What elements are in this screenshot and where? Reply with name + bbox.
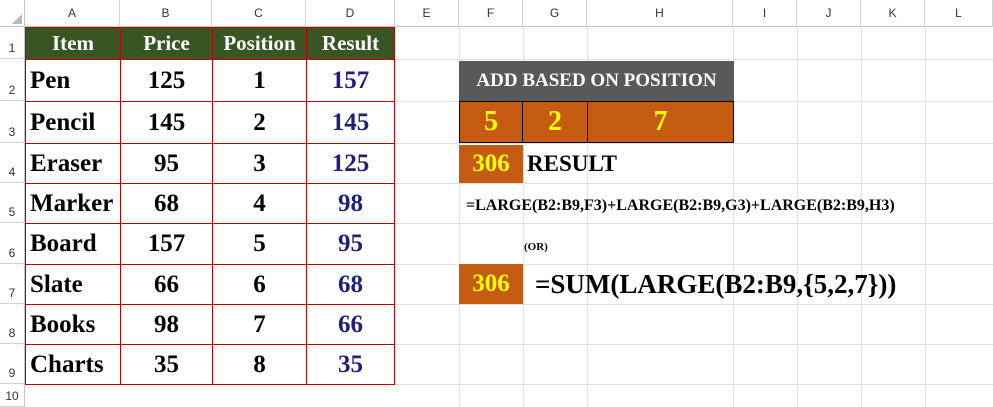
cell-result[interactable]: 66: [306, 304, 395, 345]
cell-result[interactable]: 35: [306, 344, 395, 385]
row-header-8[interactable]: 8: [0, 304, 25, 344]
header-item[interactable]: Item: [25, 27, 121, 60]
cell-price[interactable]: 66: [120, 264, 213, 305]
row-header-6[interactable]: 6: [0, 223, 25, 264]
cell-position[interactable]: 7: [212, 304, 307, 345]
column-header-a[interactable]: A: [25, 0, 120, 27]
cell-result[interactable]: 68: [306, 264, 395, 305]
cell-price[interactable]: 145: [120, 101, 213, 144]
result-value-cell-2[interactable]: 306: [459, 264, 523, 304]
cell-result[interactable]: 145: [306, 101, 395, 144]
cell-position[interactable]: 3: [212, 143, 307, 184]
formula-sum-array: =SUM(LARGE(B2:B9,{5,2,7})): [535, 269, 897, 299]
cell-item[interactable]: Pencil: [25, 101, 121, 144]
column-header-c[interactable]: C: [212, 0, 306, 27]
row-header-5[interactable]: 5: [0, 183, 25, 223]
cell-result[interactable]: 95: [306, 223, 395, 265]
row-header-7[interactable]: 7: [0, 264, 25, 304]
cell-result[interactable]: 125: [306, 143, 395, 184]
column-header-e[interactable]: E: [395, 0, 459, 27]
gridline: [797, 27, 798, 407]
column-header-k[interactable]: K: [861, 0, 925, 27]
cell-item[interactable]: Marker: [25, 183, 121, 224]
cell-position[interactable]: 1: [212, 59, 307, 102]
cell-item[interactable]: Board: [25, 223, 121, 265]
cell-item[interactable]: Slate: [25, 264, 121, 305]
or-label: (OR): [524, 241, 548, 253]
cell-price[interactable]: 68: [120, 183, 213, 224]
cell-result[interactable]: 98: [306, 183, 395, 224]
cell-price[interactable]: 35: [120, 344, 213, 385]
column-header-f[interactable]: F: [459, 0, 523, 27]
row-header-3[interactable]: 3: [0, 101, 25, 143]
position-input-g3[interactable]: 2: [522, 101, 588, 143]
cell-price[interactable]: 157: [120, 223, 213, 265]
gridline: [861, 27, 862, 407]
column-header-i[interactable]: I: [733, 0, 797, 27]
position-input-h3[interactable]: 7: [587, 101, 734, 143]
row-header-9[interactable]: 9: [0, 344, 25, 384]
row-header-4[interactable]: 4: [0, 143, 25, 183]
row-header-2[interactable]: 2: [0, 59, 25, 101]
cell-position[interactable]: 8: [212, 344, 307, 385]
row-header-1[interactable]: 1: [0, 27, 25, 59]
formula-large-sum: =LARGE(B2:B9,F3)+LARGE(B2:B9,G3)+LARGE(B…: [466, 197, 895, 214]
column-header-h[interactable]: H: [587, 0, 733, 27]
panel-title[interactable]: ADD BASED ON POSITION: [459, 61, 734, 101]
cell-position[interactable]: 5: [212, 223, 307, 265]
column-header-g[interactable]: G: [523, 0, 587, 27]
gridline: [925, 27, 926, 407]
cell-price[interactable]: 95: [120, 143, 213, 184]
result-label: RESULT: [527, 151, 617, 176]
column-header-l[interactable]: L: [925, 0, 993, 27]
cell-position[interactable]: 2: [212, 101, 307, 144]
row-header-10[interactable]: 10: [0, 384, 25, 407]
cell-position[interactable]: 4: [212, 183, 307, 224]
position-input-f3[interactable]: 5: [459, 101, 523, 143]
column-header-d[interactable]: D: [306, 0, 395, 27]
header-position[interactable]: Position: [212, 27, 307, 60]
header-result[interactable]: Result: [306, 27, 395, 60]
cell-item[interactable]: Eraser: [25, 143, 121, 184]
cell-price[interactable]: 125: [120, 59, 213, 102]
column-header-j[interactable]: J: [797, 0, 861, 27]
cell-item[interactable]: Books: [25, 304, 121, 345]
result-value-cell[interactable]: 306: [459, 145, 523, 183]
cell-item[interactable]: Pen: [25, 59, 121, 102]
column-header-b[interactable]: B: [120, 0, 212, 27]
header-price[interactable]: Price: [120, 27, 213, 60]
cell-price[interactable]: 98: [120, 304, 213, 345]
cell-result[interactable]: 157: [306, 59, 395, 102]
select-all-corner[interactable]: [0, 0, 25, 27]
cell-item[interactable]: Charts: [25, 344, 121, 385]
cell-position[interactable]: 6: [212, 264, 307, 305]
